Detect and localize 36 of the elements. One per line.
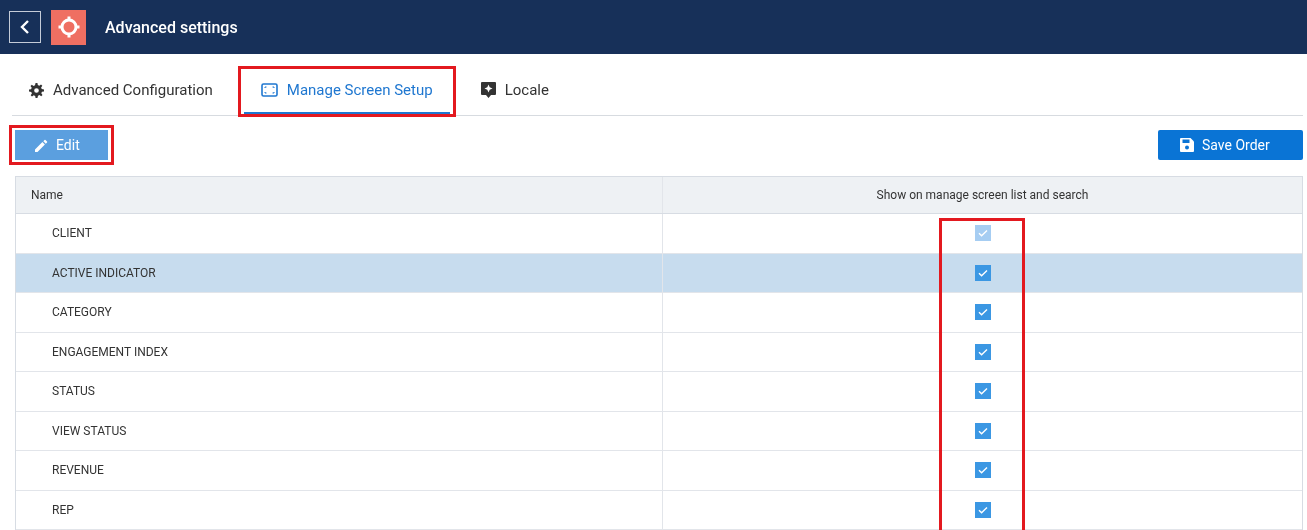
table-cell: ACTIVE INDICATOR bbox=[16, 253, 663, 292]
table-cell: REP bbox=[16, 490, 663, 529]
gear-icon bbox=[29, 82, 44, 98]
page-title: Advanced settings bbox=[105, 17, 238, 37]
checkbox[interactable] bbox=[974, 383, 991, 400]
locale-icon bbox=[480, 82, 496, 98]
tab[interactable]: Manage Screen Setup bbox=[243, 68, 450, 115]
table-cell: VIEW STATUS bbox=[16, 411, 663, 450]
column-header: Show on manage screen list and search bbox=[875, 187, 1090, 204]
screen-icon bbox=[260, 83, 278, 97]
table-cell: CATEGORY bbox=[16, 293, 663, 332]
pencil-icon bbox=[35, 138, 48, 152]
tab[interactable]: Advanced Configuration bbox=[12, 68, 230, 115]
tab[interactable]: Locale bbox=[463, 68, 566, 115]
checkbox[interactable] bbox=[974, 462, 991, 479]
table-cell: STATUS bbox=[16, 372, 663, 411]
back-button[interactable] bbox=[9, 11, 41, 43]
table-cell: REVENUE bbox=[16, 451, 663, 490]
table-row[interactable]: REVENUE bbox=[16, 451, 1302, 491]
save-order-button[interactable]: Save Order bbox=[1158, 130, 1303, 160]
table-row[interactable]: STATUS bbox=[16, 372, 1302, 412]
checkbox[interactable] bbox=[974, 501, 991, 518]
table-cell: ENGAGEMENT INDEX bbox=[16, 332, 663, 371]
table-row[interactable]: CATEGORY bbox=[16, 293, 1302, 333]
table-cell: CLIENT bbox=[16, 214, 663, 253]
checkbox[interactable] bbox=[974, 264, 991, 281]
checkbox[interactable] bbox=[974, 422, 991, 439]
gear-icon bbox=[57, 16, 80, 38]
column-header: Name bbox=[16, 177, 663, 213]
table-row[interactable]: ACTIVE INDICATOR bbox=[16, 253, 1302, 293]
checkbox[interactable] bbox=[974, 343, 991, 360]
table-row[interactable]: REP bbox=[16, 490, 1302, 530]
table-row[interactable]: ENGAGEMENT INDEX bbox=[16, 332, 1302, 372]
checkbox[interactable] bbox=[974, 304, 991, 321]
chevron-left-icon bbox=[20, 20, 30, 34]
table-row[interactable]: VIEW STATUS bbox=[16, 411, 1302, 451]
